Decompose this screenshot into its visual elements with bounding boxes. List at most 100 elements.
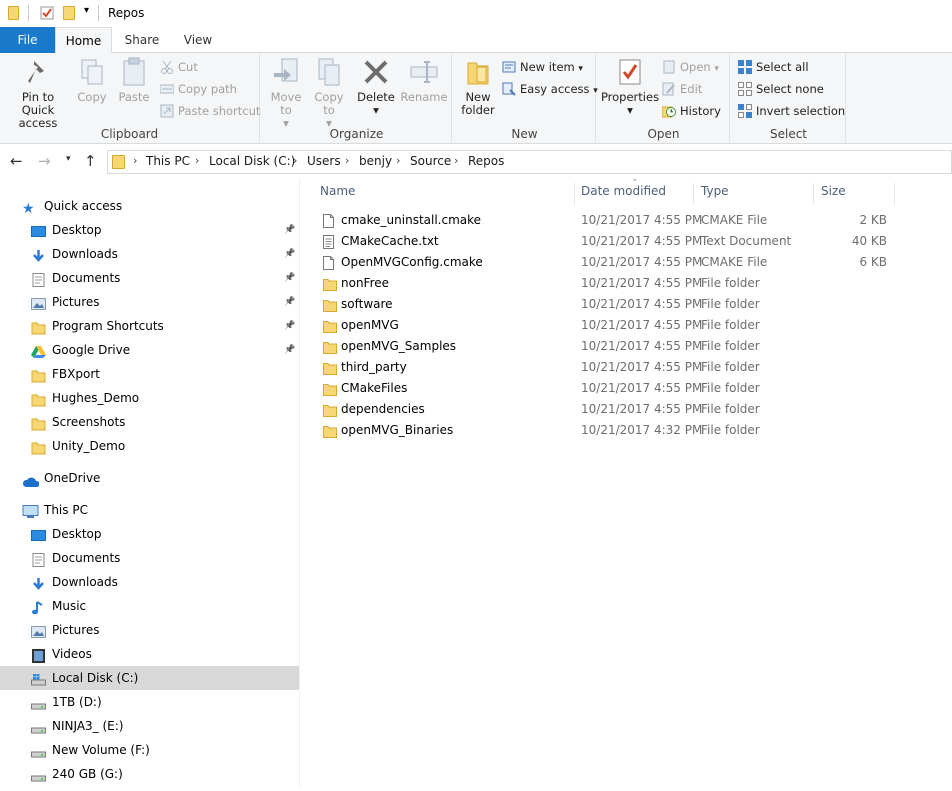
file-row[interactable]: dependencies 10/21/2017 4:55 PM File folde… <box>319 399 919 420</box>
file-row[interactable]: third_party 10/21/2017 4:55 PM File folder <box>319 357 919 378</box>
nav-item[interactable]: Unity_Demo <box>0 434 299 458</box>
nav-item[interactable]: Google Drive 📌 <box>0 338 299 362</box>
properties-button[interactable]: Properties ▾ <box>600 57 660 117</box>
nav-item[interactable]: 1TB (D:) <box>0 690 299 714</box>
file-row[interactable]: OpenMVGConfig.cmake 10/21/2017 4:55 PM CMA… <box>319 252 919 273</box>
file-row[interactable]: CMakeCache.txt 10/21/2017 4:55 PM Text Doc… <box>319 231 919 252</box>
pin-icon[interactable]: 📌 <box>284 290 295 314</box>
tab-view[interactable]: View <box>172 27 224 53</box>
file-date: 10/21/2017 4:55 PM <box>581 402 703 416</box>
paste-shortcut-label: Paste shortcut <box>178 104 261 118</box>
nav-item[interactable]: NINJA3_ (E:) <box>0 714 299 738</box>
nav-item[interactable]: Program Shortcuts 📌 <box>0 314 299 338</box>
delete-button[interactable]: Delete ▾ <box>356 57 396 117</box>
pin-icon[interactable]: 📌 <box>284 218 295 242</box>
nav-item[interactable]: Screenshots <box>0 410 299 434</box>
breadcrumb-chevron-icon[interactable]: › <box>454 154 458 167</box>
column-header-type[interactable]: Type <box>695 183 814 205</box>
breadcrumb-chevron-icon[interactable]: › <box>293 154 297 167</box>
back-arrow-icon[interactable]: ← <box>10 152 23 170</box>
copy-path-button[interactable]: Copy path <box>159 79 237 99</box>
column-header-date[interactable]: Date modified <box>576 183 694 205</box>
properties-check-icon[interactable] <box>40 6 54 20</box>
paste-button[interactable]: Paste <box>115 57 153 104</box>
file-row[interactable]: openMVG_Binaries 10/21/2017 4:32 PM File f… <box>319 420 919 441</box>
recent-locations-chevron-icon[interactable]: ▾ <box>66 154 71 164</box>
file-row[interactable]: nonFree 10/21/2017 4:55 PM File folder <box>319 273 919 294</box>
edit-button[interactable]: Edit <box>662 79 702 99</box>
nav-item[interactable]: Music <box>0 594 299 618</box>
column-header-size[interactable]: Size <box>815 183 895 205</box>
nav-item[interactable]: Videos <box>0 642 299 666</box>
breadcrumb-repos[interactable]: Repos <box>468 154 504 168</box>
pin-icon[interactable]: 📌 <box>284 338 295 362</box>
file-date: 10/21/2017 4:55 PM <box>581 339 703 353</box>
drive-icon <box>31 671 46 686</box>
breadcrumb-chevron-icon[interactable]: › <box>195 154 199 167</box>
nav-item[interactable]: New Volume (F:) <box>0 738 299 762</box>
select-all-button[interactable]: Select all <box>738 57 809 77</box>
up-arrow-icon[interactable]: ↑ <box>84 152 97 170</box>
nav-item[interactable]: Downloads 📌 <box>0 242 299 266</box>
file-row[interactable]: software 10/21/2017 4:55 PM File folder <box>319 294 919 315</box>
pin-to-quick-access-button[interactable]: Pin to Quick access <box>4 57 72 130</box>
tab-share[interactable]: Share <box>115 27 169 53</box>
nav-this-pc[interactable]: This PC <box>0 498 299 522</box>
address-bar[interactable]: › This PC › Local Disk (C:) › Users › be… <box>107 150 952 174</box>
tab-file[interactable]: File <box>0 27 55 53</box>
file-size: 2 KB <box>859 213 887 227</box>
file-row[interactable]: cmake_uninstall.cmake 10/21/2017 4:55 PM C… <box>319 210 919 231</box>
new-folder-label: New folder <box>461 90 495 117</box>
navigation-pane: ★ Quick access Desktop 📌 Downloads 📌 Documen… <box>0 178 300 787</box>
file-row[interactable]: openMVG_Samples 10/21/2017 4:55 PM File fo… <box>319 336 919 357</box>
customize-toolbar-chevron-icon[interactable]: ▾ <box>84 5 89 19</box>
breadcrumb-users[interactable]: Users <box>307 154 341 168</box>
nav-item[interactable]: Pictures <box>0 618 299 642</box>
nav-item[interactable]: Hughes_Demo <box>0 386 299 410</box>
file-row[interactable]: openMVG 10/21/2017 4:55 PM File folder <box>319 315 919 336</box>
copy-button[interactable]: Copy <box>74 57 110 104</box>
tab-home[interactable]: Home <box>55 27 112 54</box>
forward-arrow-icon[interactable]: → <box>38 152 51 170</box>
copy-to-label: Copy to <box>314 90 344 117</box>
nav-quick-access[interactable]: ★ Quick access <box>0 194 299 218</box>
open-button[interactable]: Open ▾ <box>662 57 719 77</box>
invert-selection-button[interactable]: Invert selection <box>738 101 845 121</box>
nav-item[interactable]: Desktop 📌 <box>0 218 299 242</box>
easy-access-button[interactable]: Easy access ▾ <box>502 79 598 99</box>
nav-item[interactable]: Documents <box>0 546 299 570</box>
select-none-button[interactable]: Select none <box>738 79 824 99</box>
cut-button[interactable]: Cut <box>160 57 198 77</box>
move-to-button[interactable]: Move to ▾ <box>266 57 306 130</box>
breadcrumb-this-pc[interactable]: This PC <box>146 154 190 168</box>
breadcrumb-chevron-icon[interactable]: › <box>345 154 349 167</box>
nav-onedrive[interactable]: OneDrive <box>0 466 299 490</box>
new-folder-icon[interactable] <box>63 6 75 20</box>
nav-item[interactable]: Local Disk (C:) <box>0 666 299 690</box>
breadcrumb-chevron-icon[interactable]: › <box>396 154 400 167</box>
file-row[interactable]: CMakeFiles 10/21/2017 4:55 PM File folder <box>319 378 919 399</box>
breadcrumb-local-disk[interactable]: Local Disk (C:) <box>209 154 295 168</box>
nav-item[interactable]: FBXport <box>0 362 299 386</box>
history-button[interactable]: History <box>661 101 721 121</box>
paste-shortcut-button[interactable]: Paste shortcut <box>160 101 260 121</box>
copy-to-button[interactable]: Copy to ▾ <box>309 57 349 130</box>
nav-item[interactable]: Desktop <box>0 522 299 546</box>
breadcrumb-benjy[interactable]: benjy <box>359 154 392 168</box>
new-folder-button[interactable]: New folder <box>456 57 500 117</box>
nav-item[interactable]: Pictures 📌 <box>0 290 299 314</box>
file-date: 10/21/2017 4:55 PM <box>581 297 703 311</box>
pin-icon[interactable]: 📌 <box>284 266 295 290</box>
column-header-name[interactable]: Name <box>319 183 575 205</box>
pin-icon[interactable]: 📌 <box>284 242 295 266</box>
rename-button[interactable]: Rename <box>400 57 448 104</box>
pin-icon[interactable]: 📌 <box>284 314 295 338</box>
nav-item[interactable]: 240 GB (G:) <box>0 762 299 786</box>
nav-item[interactable]: Downloads <box>0 570 299 594</box>
new-item-button[interactable]: New item ▾ <box>502 57 583 77</box>
breadcrumb-chevron-icon[interactable]: › <box>133 154 137 167</box>
breadcrumb-source[interactable]: Source <box>410 154 451 168</box>
nav-item[interactable]: Documents 📌 <box>0 266 299 290</box>
nav-label: Desktop <box>52 223 102 237</box>
file-name: CMakeFiles <box>341 381 408 395</box>
